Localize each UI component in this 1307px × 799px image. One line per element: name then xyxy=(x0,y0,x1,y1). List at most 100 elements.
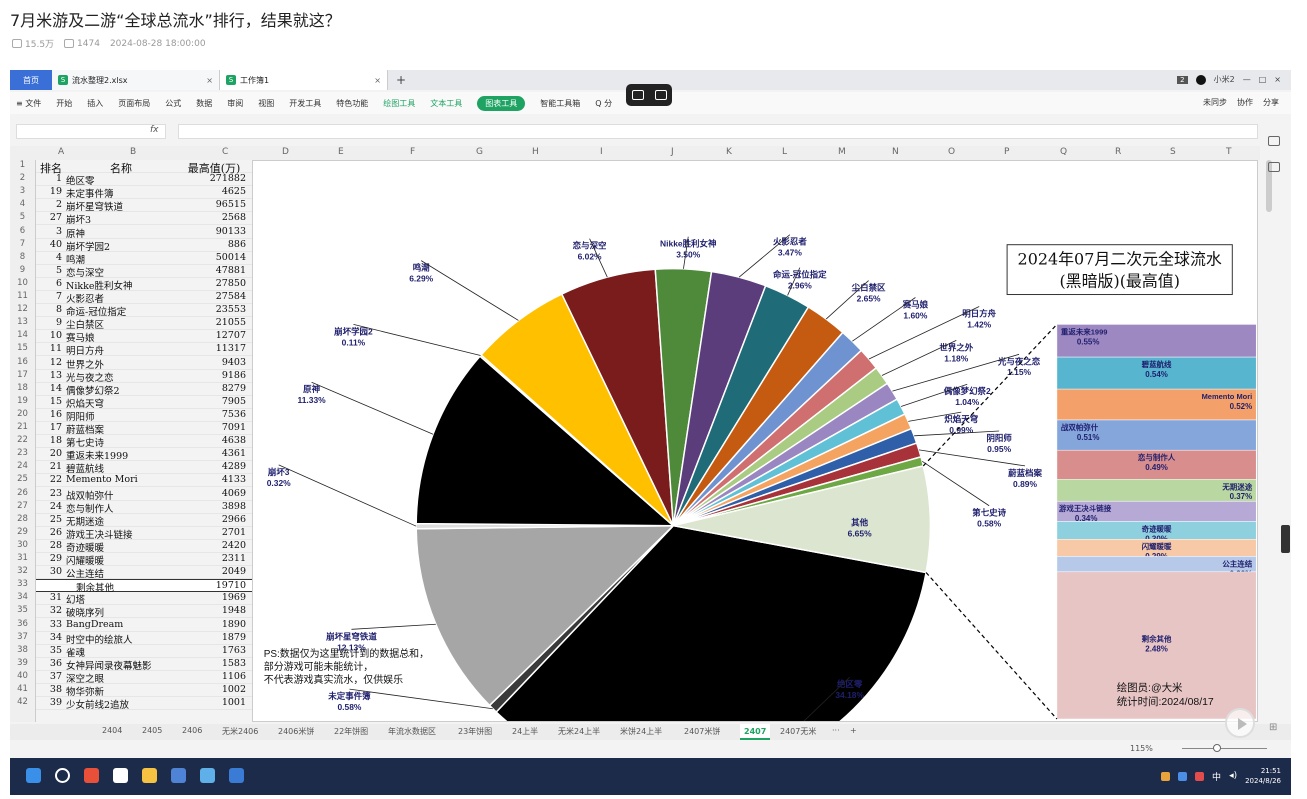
row-number[interactable]: 29 xyxy=(10,527,35,537)
name-cell[interactable]: 战双帕弥什 xyxy=(66,488,176,502)
rank-cell[interactable]: 8 xyxy=(36,304,62,315)
rank-cell[interactable]: 13 xyxy=(36,370,62,381)
column-header[interactable]: S xyxy=(1170,147,1176,157)
row-number[interactable]: 36 xyxy=(10,619,35,629)
fullscreen-icon[interactable] xyxy=(654,90,667,100)
value-cell[interactable]: 886 xyxy=(178,239,246,250)
collab-button[interactable]: 协作 xyxy=(1237,97,1253,108)
rank-cell[interactable]: 21 xyxy=(36,461,62,472)
row-number[interactable]: 34 xyxy=(10,592,35,602)
formula-input[interactable] xyxy=(178,124,1258,139)
column-header[interactable]: B xyxy=(130,147,136,157)
row-number[interactable]: 8 xyxy=(10,252,35,262)
row-number[interactable]: 7 xyxy=(10,239,35,249)
rank-cell[interactable]: 30 xyxy=(36,566,62,577)
name-cell[interactable]: 游戏王决斗链接 xyxy=(66,527,176,541)
rank-cell[interactable]: 20 xyxy=(36,448,62,459)
row-number[interactable]: 38 xyxy=(10,645,35,655)
value-cell[interactable]: 1879 xyxy=(178,632,246,643)
column-header[interactable]: N xyxy=(892,147,899,157)
column-header[interactable]: E xyxy=(338,147,344,157)
value-cell[interactable]: 1890 xyxy=(178,619,246,630)
row-number[interactable]: 10 xyxy=(10,278,35,288)
sheet-tab[interactable]: 2404 xyxy=(102,726,122,735)
name-cell[interactable]: 女神异闻录夜幕魅影 xyxy=(66,658,176,672)
row-number[interactable]: 37 xyxy=(10,632,35,642)
rank-cell[interactable]: 40 xyxy=(36,239,62,250)
pie-chart[interactable]: 绝区零34.18%未定事件簿0.58%崩坏星穹铁道12.13%崩坏30.32%原… xyxy=(252,160,1258,722)
name-cell[interactable]: 蔚蓝档案 xyxy=(66,422,176,436)
sync-status[interactable]: 未同步 xyxy=(1203,97,1227,108)
column-header[interactable]: K xyxy=(726,147,732,157)
ribbon-item[interactable]: 图表工具 xyxy=(477,95,526,111)
rank-cell[interactable]: 35 xyxy=(36,645,62,656)
rank-cell[interactable]: 33 xyxy=(36,619,62,630)
value-cell[interactable]: 1002 xyxy=(178,684,246,695)
rank-cell[interactable]: 3 xyxy=(36,226,62,237)
side-panel-handle[interactable] xyxy=(1281,525,1290,553)
rank-cell[interactable]: 4 xyxy=(36,252,62,263)
value-cell[interactable]: 7091 xyxy=(178,422,246,433)
ribbon-item[interactable]: 文本工具 xyxy=(430,98,462,109)
value-cell[interactable]: 21055 xyxy=(178,317,246,328)
name-cell[interactable]: 阴阳师 xyxy=(66,409,176,423)
value-cell[interactable]: 7536 xyxy=(178,409,246,420)
name-box[interactable] xyxy=(16,124,166,139)
name-cell[interactable]: 碧蓝航线 xyxy=(66,461,176,475)
column-header[interactable]: D xyxy=(282,147,289,157)
row-number[interactable]: 5 xyxy=(10,212,35,222)
zoom-slider-knob[interactable] xyxy=(1213,744,1221,752)
rank-cell[interactable]: 7 xyxy=(36,291,62,302)
ribbon-item[interactable]: 页面布局 xyxy=(118,98,150,109)
value-cell[interactable]: 4133 xyxy=(178,474,246,485)
browser-icon[interactable] xyxy=(84,768,99,783)
value-cell[interactable]: 27584 xyxy=(178,291,246,302)
sheet-tab[interactable]: 2407无米 xyxy=(780,726,816,737)
row-number[interactable]: 17 xyxy=(10,370,35,380)
sheet-tab[interactable]: 年流水数据区 xyxy=(388,726,436,737)
sheet-tab[interactable]: 22年饼图 xyxy=(334,726,368,737)
ribbon-item[interactable]: Q 分 xyxy=(595,98,612,109)
rank-cell[interactable]: 17 xyxy=(36,422,62,433)
ribbon-item[interactable]: 开始 xyxy=(56,98,72,109)
name-cell[interactable]: 炽焰天穹 xyxy=(66,396,176,410)
column-header[interactable]: M xyxy=(838,147,846,157)
close-icon[interactable]: × xyxy=(374,76,381,85)
value-cell[interactable]: 2966 xyxy=(178,514,246,525)
sheet-tab[interactable]: 无米2406 xyxy=(222,726,258,737)
name-cell[interactable]: 鸣潮 xyxy=(66,252,176,266)
sheet-tab[interactable]: 2405 xyxy=(142,726,162,735)
rank-cell[interactable]: 23 xyxy=(36,488,62,499)
ribbon-item[interactable]: 开发工具 xyxy=(289,98,321,109)
rank-cell[interactable]: 28 xyxy=(36,540,62,551)
row-number[interactable]: 24 xyxy=(10,461,35,471)
name-cell[interactable]: 明日方舟 xyxy=(66,343,176,357)
name-cell[interactable]: 尘白禁区 xyxy=(66,317,176,331)
value-cell[interactable]: 2420 xyxy=(178,540,246,551)
new-tab-button[interactable]: + xyxy=(396,73,406,87)
tray-app-icon[interactable] xyxy=(1161,771,1171,781)
value-cell[interactable]: 2701 xyxy=(178,527,246,538)
row-number[interactable]: 2 xyxy=(10,173,35,183)
name-cell[interactable]: Memento Mori xyxy=(66,474,176,485)
rank-cell[interactable]: 15 xyxy=(36,396,62,407)
wps-app-icon[interactable] xyxy=(229,768,244,783)
ribbon-item[interactable]: 审阅 xyxy=(227,98,243,109)
windows-start-icon[interactable] xyxy=(26,768,41,783)
value-cell[interactable]: 23553 xyxy=(178,304,246,315)
value-cell[interactable]: 1106 xyxy=(178,671,246,682)
row-number[interactable]: 26 xyxy=(10,488,35,498)
vertical-scrollbar[interactable] xyxy=(1262,146,1291,722)
rank-cell[interactable]: 1 xyxy=(36,173,62,184)
value-cell[interactable]: 3898 xyxy=(178,501,246,512)
ribbon-item[interactable]: ≡ 文件 xyxy=(16,98,41,109)
row-number[interactable]: 15 xyxy=(10,343,35,353)
row-number[interactable]: 12 xyxy=(10,304,35,314)
value-cell[interactable]: 4069 xyxy=(178,488,246,499)
name-cell[interactable]: 幻塔 xyxy=(66,592,176,606)
rank-cell[interactable]: 10 xyxy=(36,330,62,341)
ribbon-item[interactable]: 视图 xyxy=(258,98,274,109)
value-cell[interactable]: 9186 xyxy=(178,370,246,381)
rank-cell[interactable]: 19 xyxy=(36,186,62,197)
row-number[interactable]: 25 xyxy=(10,474,35,484)
